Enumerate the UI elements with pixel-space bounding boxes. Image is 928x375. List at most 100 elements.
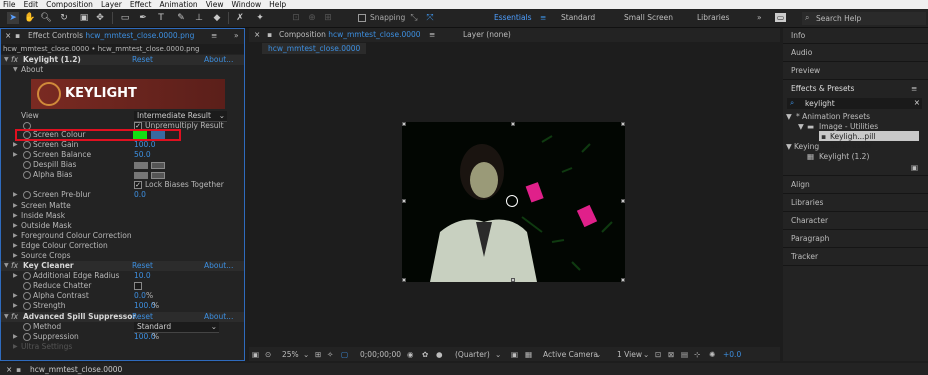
keylight-effect-item[interactable]: Keylight (1.2) xyxy=(819,152,869,161)
chevron-down-icon[interactable]: ⌄ xyxy=(595,350,601,359)
expand-icon[interactable]: ▶ xyxy=(13,190,18,200)
about-expand-icon[interactable]: ▼ xyxy=(13,65,18,75)
fast-previews-icon[interactable]: ▣ xyxy=(511,350,518,359)
group-foreground-colour-correction[interactable]: Foreground Colour Correction xyxy=(21,231,132,241)
expand-icon[interactable]: ▶ xyxy=(13,332,18,342)
expand-icon[interactable]: ▶ xyxy=(13,241,18,251)
view-axis-icon[interactable]: ⊞ xyxy=(322,12,334,24)
stopwatch-icon[interactable] xyxy=(23,333,31,341)
sync-settings-icon[interactable]: ▭ xyxy=(775,13,787,22)
group-source-crops[interactable]: Source Crops xyxy=(21,251,71,261)
workspace-standard[interactable]: Standard xyxy=(561,13,595,22)
menu-composition[interactable]: Composition xyxy=(43,0,98,9)
lock-icon[interactable]: ▪ xyxy=(267,30,272,39)
menu-edit[interactable]: Edit xyxy=(21,0,44,9)
spill-reset-button[interactable]: Reset xyxy=(132,312,153,322)
zoom-tool-icon[interactable]: 🔍︎ xyxy=(40,12,52,24)
composition-menu-icon[interactable]: ≡ xyxy=(429,30,435,39)
resolution-dropdown[interactable]: (Quarter) xyxy=(455,350,490,359)
snap-features-icon[interactable]: ⤧ xyxy=(424,12,436,24)
mask-visibility-icon[interactable]: ✧ xyxy=(327,350,333,359)
despill-bias-swatch[interactable] xyxy=(134,162,148,169)
preview-panel-tab[interactable]: Preview xyxy=(791,66,820,75)
stopwatch-icon[interactable] xyxy=(23,323,31,331)
fx-icon[interactable]: fx xyxy=(11,261,18,271)
viewer-lock-icon[interactable]: ⊙ xyxy=(265,350,271,359)
composition-viewer[interactable] xyxy=(402,122,625,282)
hand-tool-icon[interactable]: ✋ xyxy=(24,12,36,24)
draft-3d-icon[interactable]: ⊠ xyxy=(668,350,674,359)
menu-layer[interactable]: Layer xyxy=(98,0,127,9)
menu-file[interactable]: File xyxy=(0,0,21,9)
brush-tool-icon[interactable]: ✎ xyxy=(175,12,187,24)
menu-window[interactable]: Window xyxy=(229,0,267,9)
expand-icon[interactable]: ▶ xyxy=(13,140,18,150)
screen-gain-value[interactable]: 100.0 xyxy=(134,140,155,150)
alpha-contrast-value[interactable]: 0.0 xyxy=(134,291,146,301)
key-cleaner-reset-button[interactable]: Reset xyxy=(132,261,153,271)
expand-icon[interactable]: ▶ xyxy=(13,291,18,301)
align-panel-tab[interactable]: Align xyxy=(791,180,810,189)
screen-preblur-value[interactable]: 0.0 xyxy=(134,190,146,200)
expand-icon[interactable]: ▶ xyxy=(13,271,18,281)
group-screen-matte[interactable]: Screen Matte xyxy=(21,201,71,211)
puppet-pin-tool-icon[interactable]: ✦ xyxy=(254,12,266,24)
transform-handle[interactable] xyxy=(621,278,625,282)
despill-eyedropper-icon[interactable] xyxy=(151,162,165,169)
effects-presets-panel-tab[interactable]: Effects & Presets xyxy=(791,84,854,93)
view-layout-dropdown[interactable]: 1 View xyxy=(617,350,642,359)
chevron-down-icon[interactable]: ⌄ xyxy=(495,350,501,359)
character-panel-tab[interactable]: Character xyxy=(791,216,828,225)
stopwatch-icon[interactable] xyxy=(23,161,31,169)
keylight-about-button[interactable]: About... xyxy=(204,55,233,65)
stopwatch-icon[interactable] xyxy=(23,171,31,179)
clone-stamp-tool-icon[interactable]: ⊥ xyxy=(193,12,205,24)
keylight-expand-icon[interactable]: ▼ xyxy=(4,55,9,65)
transparency-grid-icon[interactable]: ▦ xyxy=(525,350,532,359)
audio-panel-tab[interactable]: Audio xyxy=(791,48,812,57)
key-cleaner-about-button[interactable]: About... xyxy=(204,261,233,271)
workspace-libraries[interactable]: Libraries xyxy=(697,13,729,22)
channel-icon[interactable]: ● xyxy=(436,350,443,359)
stopwatch-icon[interactable] xyxy=(23,292,31,300)
preset-item-selected[interactable]: ▪ Keyligh...pill Suppressor xyxy=(819,131,919,150)
more-workspaces-icon[interactable]: » xyxy=(757,13,762,22)
selection-tool-icon[interactable]: ➤ xyxy=(7,12,19,24)
snapshot-icon[interactable]: ◉ xyxy=(407,350,414,359)
eraser-tool-icon[interactable]: ◆ xyxy=(211,12,223,24)
pan-behind-tool-icon[interactable]: ✥ xyxy=(94,12,106,24)
roto-brush-tool-icon[interactable]: ✗ xyxy=(234,12,246,24)
workspace-essentials[interactable]: Essentials xyxy=(494,13,532,22)
close-panel-icon[interactable]: × xyxy=(6,365,12,374)
group-inside-mask[interactable]: Inside Mask xyxy=(21,211,65,221)
keying-expand-icon[interactable]: ▼ xyxy=(786,142,792,151)
additional-edge-radius-value[interactable]: 10.0 xyxy=(134,271,151,281)
exposure-value[interactable]: +0.0 xyxy=(723,350,741,359)
exposure-icon[interactable]: ✺ xyxy=(709,350,715,359)
stopwatch-icon[interactable] xyxy=(23,191,31,199)
animation-presets-folder[interactable]: * Animation Presets xyxy=(796,112,870,121)
close-panel-icon[interactable]: × xyxy=(5,31,11,40)
transform-handle[interactable] xyxy=(621,199,625,203)
alpha-eyedropper-icon[interactable] xyxy=(151,172,165,179)
group-edge-colour-correction[interactable]: Edge Colour Correction xyxy=(21,241,108,251)
lock-icon[interactable]: ▪ xyxy=(15,31,20,40)
flowchart-icon[interactable]: ⊹ xyxy=(694,350,700,359)
expand-icon[interactable]: ▶ xyxy=(13,150,18,160)
transform-handle[interactable] xyxy=(402,199,406,203)
composition-tab[interactable]: Composition hcw_mmtest_close.0000 xyxy=(279,30,421,39)
chevron-down-icon[interactable]: ⌄ xyxy=(303,350,309,359)
ultra-settings-label[interactable]: Ultra Settings xyxy=(21,342,72,352)
effects-search-field[interactable]: ⌕ keylight × xyxy=(787,98,922,109)
tracker-panel-tab[interactable]: Tracker xyxy=(791,252,818,261)
camera-dropdown[interactable]: Active Camera xyxy=(543,350,598,359)
magnification-dropdown[interactable]: 25% xyxy=(282,350,299,359)
rotate-tool-icon[interactable]: ↻ xyxy=(58,12,70,24)
animation-presets-expand-icon[interactable]: ▼ xyxy=(786,112,792,121)
expand-icon[interactable]: ▶ xyxy=(13,201,18,211)
composition-subtab[interactable]: hcw_mmtest_close.0000 xyxy=(262,43,367,54)
stopwatch-icon[interactable] xyxy=(23,151,31,159)
alpha-bias-swatch[interactable] xyxy=(134,172,148,179)
search-help-field[interactable]: ⌕ Search Help xyxy=(802,12,926,25)
world-axis-icon[interactable]: ⊕ xyxy=(306,12,318,24)
